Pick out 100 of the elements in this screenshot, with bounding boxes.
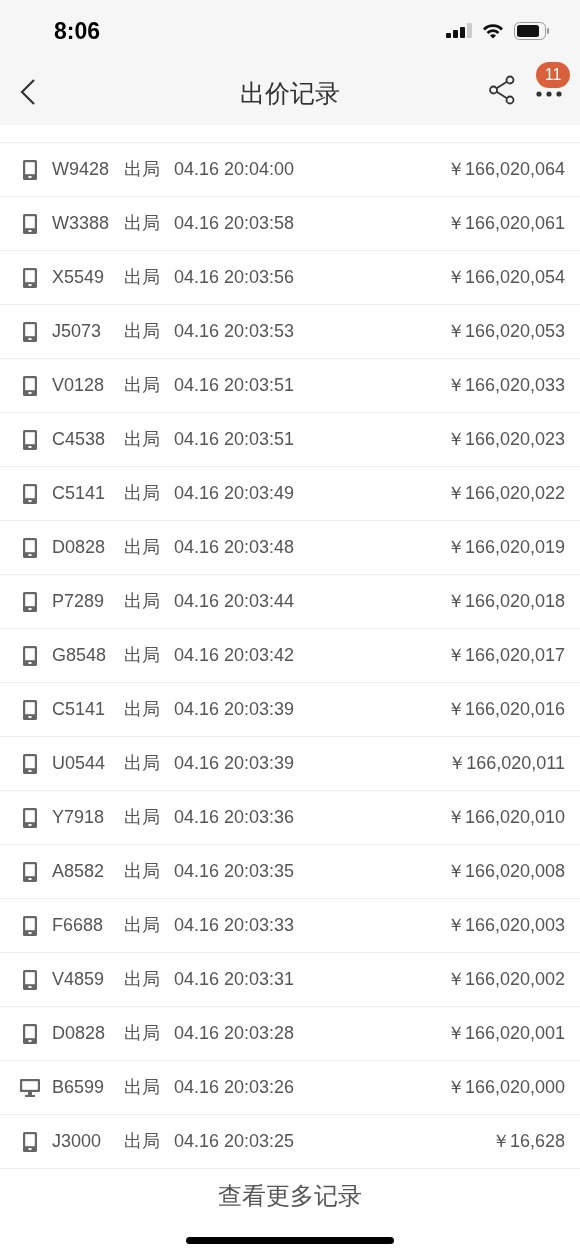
- bid-price: ￥166,020,053: [446, 320, 565, 343]
- bid-status: 出局: [124, 914, 161, 937]
- bid-status: 出局: [124, 698, 161, 721]
- phone-icon: [23, 915, 37, 936]
- bid-status: 出局: [124, 374, 161, 397]
- bid-status: 出局: [124, 428, 161, 451]
- bid-time: 04.16 20:03:28: [174, 1022, 295, 1045]
- phone-icon: [23, 645, 37, 666]
- phone-icon: [23, 429, 37, 450]
- bidder-id: V0128: [52, 374, 106, 397]
- bid-time: 04.16 20:03:36: [174, 806, 295, 829]
- bid-status: 出局: [124, 536, 161, 559]
- bidder-id: Y7918: [52, 806, 106, 829]
- share-icon: [488, 75, 516, 105]
- bid-status: 出局: [124, 860, 161, 883]
- bid-status: 出局: [124, 266, 161, 289]
- bidder-id: A8582: [52, 860, 106, 883]
- bid-price: ￥166,020,003: [446, 914, 565, 937]
- bidder-id: C5141: [52, 698, 107, 721]
- phone-icon: [23, 267, 37, 288]
- bid-price: ￥166,020,061: [446, 212, 565, 235]
- bid-price: ￥166,020,022: [446, 482, 565, 505]
- bidder-id: D0828: [52, 1022, 107, 1045]
- bid-time: 04.16 20:03:51: [174, 428, 295, 451]
- bid-price: ￥166,020,000: [446, 1076, 565, 1099]
- phone-icon: [23, 753, 37, 774]
- more-records-link[interactable]: 查看更多记录: [218, 1178, 362, 1214]
- bid-time: 04.16 20:03:35: [174, 860, 295, 883]
- bid-status: 出局: [124, 968, 161, 991]
- bid-price: ￥166,020,010: [446, 806, 565, 829]
- bid-time: 04.16 20:03:31: [174, 968, 295, 991]
- bid-time: 04.16 20:03:39: [174, 698, 295, 721]
- bid-status: 出局: [124, 1076, 161, 1099]
- phone-icon: [23, 807, 37, 828]
- bid-price: ￥166,020,018: [446, 590, 565, 613]
- bid-price: ￥166,020,008: [446, 860, 565, 883]
- phone-icon: [23, 375, 37, 396]
- phone-icon: [23, 1131, 37, 1152]
- more-button[interactable]: [534, 88, 564, 100]
- phone-icon: [23, 483, 37, 504]
- bid-price: ￥166,020,033: [446, 374, 565, 397]
- bidder-id: C4538: [52, 428, 107, 451]
- phone-icon: [23, 969, 37, 990]
- bid-status: 出局: [124, 644, 161, 667]
- bid-status: 出局: [124, 1130, 161, 1153]
- bid-time: 04.16 20:03:56: [174, 266, 295, 289]
- bid-status: 出局: [124, 158, 161, 181]
- bid-status: 出局: [124, 482, 161, 505]
- bid-price: ￥166,020,064: [446, 158, 565, 181]
- bid-time: 04.16 20:04:00: [174, 158, 295, 181]
- bidder-id: V4859: [52, 968, 106, 991]
- bidder-id: W3388: [52, 212, 111, 235]
- bid-price: ￥166,020,016: [446, 698, 565, 721]
- phone-icon: [23, 1023, 37, 1044]
- bidder-id: G8548: [52, 644, 108, 667]
- phone-icon: [23, 699, 37, 720]
- status-time: 8:06: [54, 16, 101, 46]
- bidder-id: D0828: [52, 536, 107, 559]
- bid-price: ￥166,020,019: [446, 536, 565, 559]
- bid-time: 04.16 20:03:48: [174, 536, 295, 559]
- bid-price: ￥166,020,011: [448, 752, 565, 775]
- more-icon: [536, 91, 562, 97]
- bid-time: 04.16 20:03:33: [174, 914, 295, 937]
- bid-time: 04.16 20:03:51: [174, 374, 295, 397]
- bid-price: ￥166,020,002: [446, 968, 565, 991]
- bidder-id: J3000: [52, 1130, 103, 1153]
- bid-time: 04.16 20:03:25: [174, 1130, 295, 1153]
- page-title: 出价记录: [240, 77, 340, 109]
- phone-icon: [23, 159, 37, 180]
- bid-price: ￥166,020,054: [446, 266, 565, 289]
- wifi-icon: [482, 23, 504, 39]
- bidder-id: J5073: [52, 320, 103, 343]
- bidder-id: P7289: [52, 590, 106, 613]
- bid-time: 04.16 20:03:53: [174, 320, 295, 343]
- bid-status: 出局: [124, 752, 161, 775]
- bidder-id: C5141: [52, 482, 107, 505]
- bidder-id: F6688: [52, 914, 105, 937]
- monitor-icon: [20, 1078, 40, 1097]
- bid-time: 04.16 20:03:42: [174, 644, 295, 667]
- phone-icon: [23, 861, 37, 882]
- phone-icon: [23, 537, 37, 558]
- phone-icon: [23, 321, 37, 342]
- battery-icon: [514, 22, 550, 40]
- bid-time: 04.16 20:03:58: [174, 212, 295, 235]
- bidder-id: X5549: [52, 266, 106, 289]
- phone-icon: [23, 213, 37, 234]
- bid-status: 出局: [124, 1022, 161, 1045]
- bid-status: 出局: [124, 212, 161, 235]
- bid-time: 04.16 20:03:26: [174, 1076, 295, 1099]
- bid-time: 04.16 20:03:44: [174, 590, 295, 613]
- bid-price: ￥166,020,023: [446, 428, 565, 451]
- bid-price: ￥166,020,001: [446, 1022, 565, 1045]
- bidder-id: U0544: [52, 752, 107, 775]
- back-icon: [20, 78, 36, 106]
- signal-icon: [446, 23, 472, 39]
- bid-time: 04.16 20:03:39: [174, 752, 295, 775]
- bid-status: 出局: [124, 320, 161, 343]
- bid-time: 04.16 20:03:49: [174, 482, 295, 505]
- bid-price: ￥16,628: [491, 1130, 565, 1153]
- phone-icon: [23, 591, 37, 612]
